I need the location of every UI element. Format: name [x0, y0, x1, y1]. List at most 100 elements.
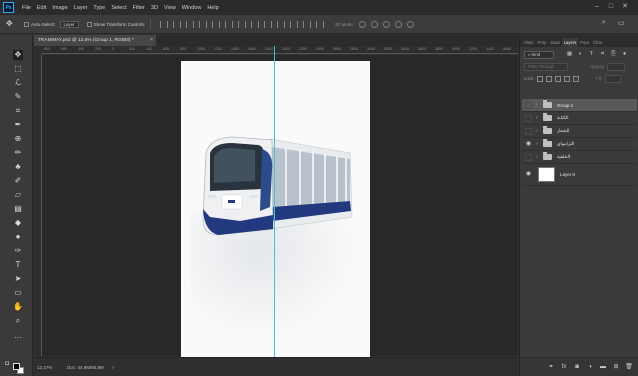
close-tab-icon[interactable]: × [150, 35, 153, 46]
layer-row-text[interactable]: › الكتابة [522, 112, 637, 125]
trash-icon[interactable]: 🗑 [625, 363, 633, 371]
distribute-bottom-icon[interactable] [263, 20, 272, 28]
fill-field[interactable] [604, 74, 621, 83]
chevron-right-icon[interactable]: › [536, 128, 541, 134]
new-group-icon[interactable]: ▬ [599, 363, 607, 371]
visibility-toggle[interactable] [525, 114, 532, 122]
distribute-top-icon[interactable] [237, 20, 246, 28]
menu-file[interactable]: File [22, 5, 31, 11]
menu-layer[interactable]: Layer [74, 5, 88, 11]
align-left-icon[interactable] [198, 20, 207, 28]
type-tool-icon[interactable]: T [13, 260, 23, 270]
ruler-corner[interactable] [34, 46, 42, 54]
menu-image[interactable]: Image [52, 5, 67, 11]
maximize-button[interactable]: □ [604, 2, 618, 12]
align-center-icon[interactable] [211, 20, 220, 28]
menu-filter[interactable]: Filter [133, 5, 145, 11]
brush-tool-icon[interactable]: ✏ [13, 148, 23, 158]
link-layers-icon[interactable]: ⚭ [547, 363, 555, 371]
visibility-toggle[interactable] [525, 153, 532, 161]
distribute-left-icon[interactable] [276, 20, 285, 28]
zoom-level[interactable]: 12,47% [37, 365, 57, 370]
close-button[interactable]: ✕ [618, 2, 632, 12]
document-tab[interactable]: TRAMWAY.psd @ 12,5% (Group 1, RGB/8) * × [34, 35, 156, 46]
filter-pixel-icon[interactable]: ▦ [566, 51, 573, 58]
path-select-tool-icon[interactable]: ➤ [13, 274, 23, 284]
dodge-tool-icon[interactable]: ● [13, 232, 23, 242]
auto-select-dropdown[interactable]: Layer [59, 20, 79, 28]
align-top-icon[interactable] [159, 20, 168, 28]
marquee-tool-icon[interactable]: ⬚ [13, 64, 23, 74]
opacity-field[interactable] [607, 62, 626, 71]
shape-tool-icon[interactable]: ▭ [13, 288, 23, 298]
search-icon[interactable]: ⌕ [602, 19, 612, 29]
stamp-tool-icon[interactable]: ♣ [13, 162, 23, 172]
3d-drag-icon[interactable] [383, 20, 391, 28]
layer-row-group-1[interactable]: › Group 1 [522, 99, 637, 112]
filter-smart-object-icon[interactable]: ⎘ [610, 51, 617, 58]
tab-paragraph[interactable]: Para [578, 40, 591, 47]
blend-mode-select[interactable]: Pass Through [524, 62, 568, 71]
tab-histogram[interactable]: Histo [522, 40, 536, 47]
lock-position-icon[interactable] [555, 75, 562, 82]
minimize-button[interactable]: – [590, 2, 604, 12]
status-menu-arrow[interactable]: > [112, 365, 115, 370]
gradient-tool-icon[interactable]: ▤ [13, 204, 23, 214]
distribute-middle-icon[interactable] [250, 20, 259, 28]
add-mask-icon[interactable]: ◙ [573, 363, 581, 371]
vertical-ruler[interactable] [34, 54, 42, 356]
lock-all-icon[interactable] [573, 75, 580, 82]
align-right-icon[interactable] [224, 20, 233, 28]
layer-row-logo[interactable]: › الشعار [522, 125, 637, 138]
visibility-toggle[interactable] [525, 127, 532, 135]
adjustment-layer-icon[interactable]: ◑ [586, 363, 594, 371]
menu-edit[interactable]: Edit [37, 5, 46, 11]
hand-tool-icon[interactable]: ✋ [13, 302, 23, 312]
zoom-tool-icon[interactable]: ⌕ [13, 316, 23, 326]
menu-type[interactable]: Type [93, 5, 105, 11]
lock-artboard-icon[interactable] [564, 75, 571, 82]
3d-roll-icon[interactable] [371, 20, 379, 28]
menu-help[interactable]: Help [207, 5, 218, 11]
filter-toggle-icon[interactable]: ● [621, 51, 628, 58]
tab-swatches[interactable]: Swat [548, 40, 561, 47]
3d-rotate-icon[interactable] [359, 20, 367, 28]
align-middle-icon[interactable] [172, 20, 181, 28]
quick-select-tool-icon[interactable]: ✎ [13, 92, 23, 102]
vertical-guide[interactable] [274, 46, 275, 357]
horizontal-ruler[interactable]: 800 600 400 200 0 200 400 600 800 1000 1200 1400 160… [42, 46, 518, 54]
pen-tool-icon[interactable]: ✑ [13, 246, 23, 256]
kind-filter-select[interactable]: ⌕ Kind [524, 50, 554, 59]
chevron-right-icon[interactable]: › [536, 102, 541, 108]
layer-row-background[interactable]: › الخلفية [522, 151, 637, 164]
foreground-color-swatch[interactable] [13, 363, 20, 370]
blur-tool-icon[interactable]: ◆ [13, 218, 23, 228]
chevron-right-icon[interactable]: › [536, 141, 541, 147]
layer-style-icon[interactable]: fx [560, 363, 568, 371]
more-tools-icon[interactable]: ··· [13, 333, 23, 343]
tab-properties[interactable]: Prop [536, 40, 549, 47]
workspace-icon[interactable]: ▭ [618, 19, 628, 29]
filter-adjustment-icon[interactable]: ◐ [577, 51, 584, 58]
document-canvas[interactable] [181, 61, 370, 359]
quick-mask-icon[interactable]: ◘ [2, 359, 12, 369]
menu-select[interactable]: Select [111, 5, 126, 11]
3d-slide-icon[interactable] [395, 20, 403, 28]
eye-icon[interactable]: ◉ [525, 171, 532, 178]
align-bottom-icon[interactable] [185, 20, 194, 28]
tab-character[interactable]: Char [591, 40, 604, 47]
eye-icon[interactable]: ◉ [525, 141, 532, 148]
layer-row-tramway[interactable]: ◉ › الترامواي [522, 138, 637, 151]
filter-shape-icon[interactable]: ⌗ [599, 51, 606, 58]
layer-row-layer-0[interactable]: ◉ Layer 0 [522, 164, 637, 186]
move-tool-icon[interactable]: ✥ [13, 50, 23, 60]
lock-image-icon[interactable] [546, 75, 553, 82]
crop-tool-icon[interactable]: ⌗ [13, 106, 23, 116]
tab-layers[interactable]: Layers [561, 38, 579, 47]
menu-3d[interactable]: 3D [151, 5, 158, 11]
eyedropper-tool-icon[interactable]: ✒ [13, 120, 23, 130]
menu-window[interactable]: Window [182, 5, 202, 11]
healing-tool-icon[interactable]: ⊕ [13, 134, 23, 144]
auto-select-checkbox[interactable] [24, 21, 29, 27]
eraser-tool-icon[interactable]: ▱ [13, 190, 23, 200]
